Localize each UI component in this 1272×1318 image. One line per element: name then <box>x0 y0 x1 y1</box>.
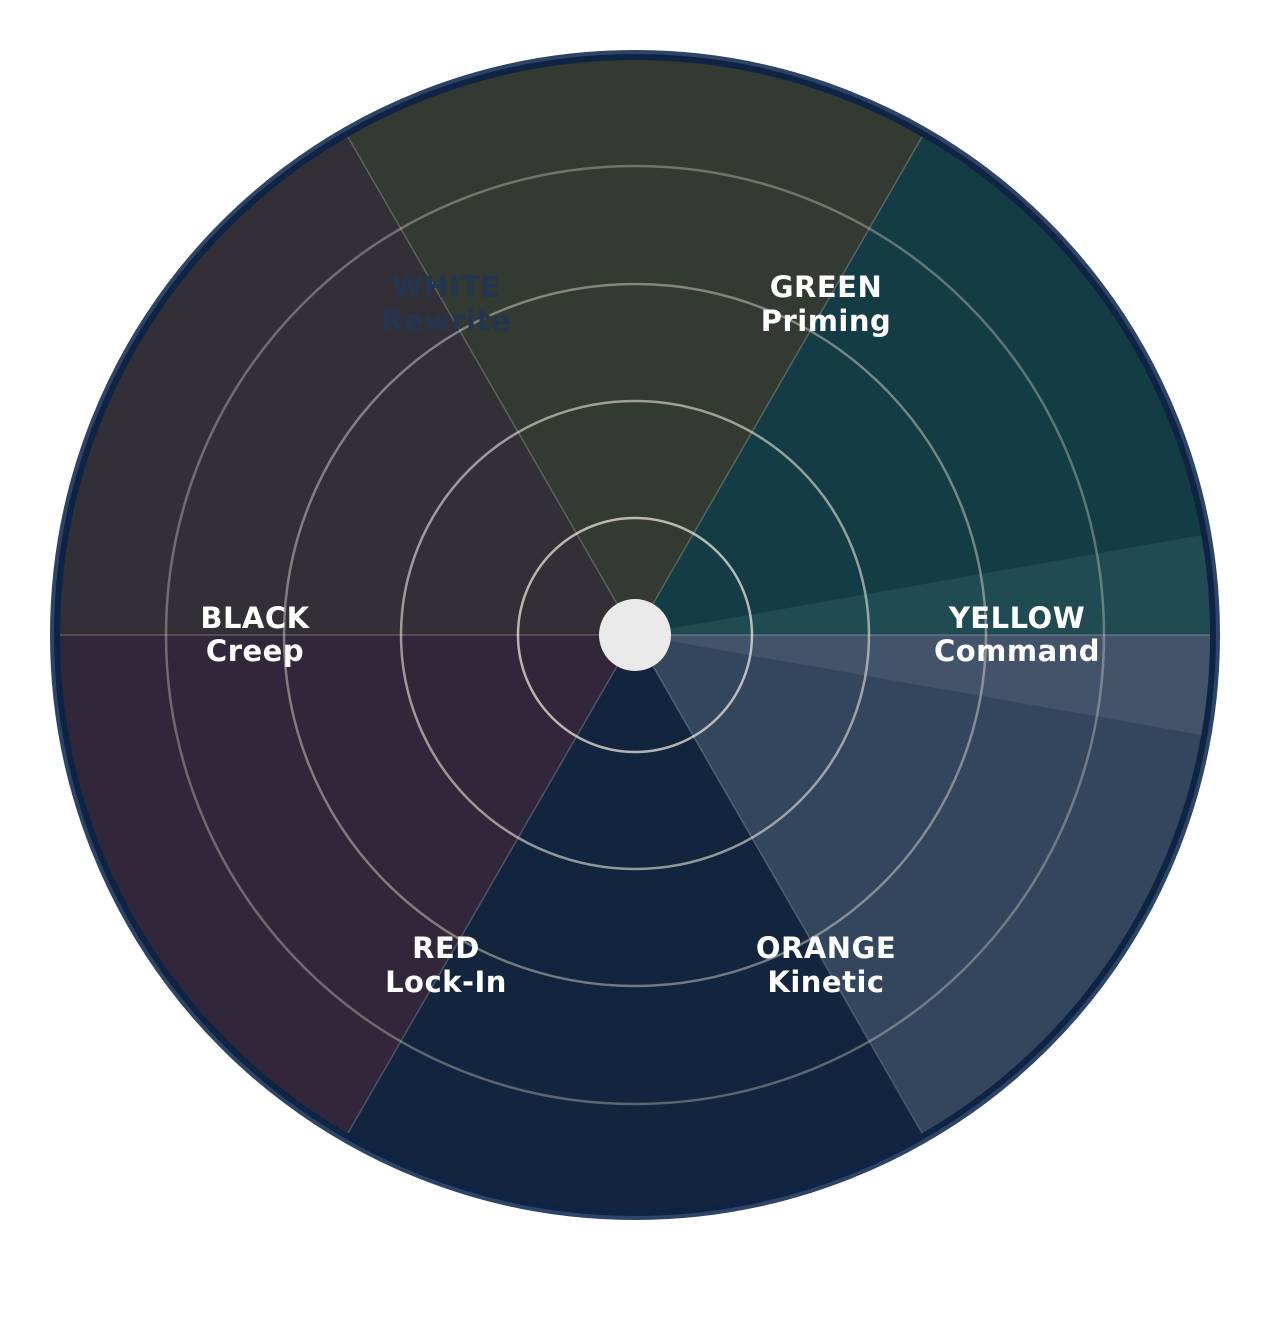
label-white: WHITE Rewrite <box>381 270 511 338</box>
label-green: GREEN Priming <box>761 270 892 338</box>
label-black-line2: Creep <box>206 634 304 668</box>
label-black: BLACK Creep <box>200 601 310 668</box>
label-black-line1: BLACK <box>200 601 310 635</box>
label-white-line1: WHITE <box>391 270 500 304</box>
label-green-line1: GREEN <box>770 270 883 304</box>
label-green-line2: Priming <box>761 304 892 338</box>
center-hub <box>599 599 671 671</box>
label-yellow: YELLOW Command <box>934 601 1100 668</box>
label-orange-line1: ORANGE <box>756 931 896 965</box>
label-orange-line2: Kinetic <box>767 965 884 999</box>
wheel-diagram: WHITE Rewrite GREEN Priming YELLOW Comma… <box>50 50 1220 1220</box>
label-white-line2: Rewrite <box>381 304 511 338</box>
label-yellow-line1: YELLOW <box>948 601 1085 635</box>
label-red-line1: RED <box>412 931 480 965</box>
label-red-line2: Lock-In <box>385 965 507 999</box>
label-orange: ORANGE Kinetic <box>756 931 896 999</box>
label-yellow-line2: Command <box>934 634 1100 668</box>
